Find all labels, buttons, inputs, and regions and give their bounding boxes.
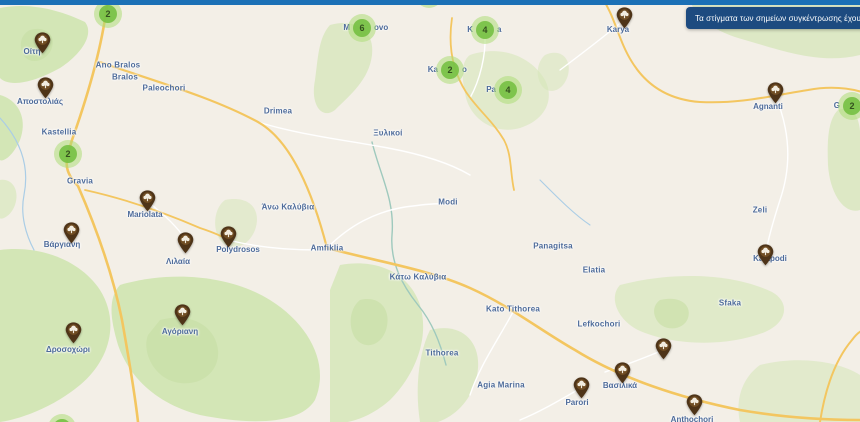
tree-pin-icon[interactable]	[573, 377, 590, 399]
cluster-marker[interactable]: 4	[471, 16, 499, 44]
cluster-marker[interactable]: 2	[54, 140, 82, 168]
tree-pin-icon[interactable]	[757, 244, 774, 266]
cluster-marker[interactable]: 2	[838, 92, 860, 120]
tooltip-text: Τα στίγματα των σημείων συγκέντρωσης έχο…	[695, 13, 860, 23]
tree-pin-icon[interactable]	[65, 322, 82, 344]
cluster-marker[interactable]: 6	[348, 14, 376, 42]
cluster-count: 2	[59, 145, 77, 163]
tree-pin-icon[interactable]	[139, 190, 156, 212]
tree-pin-icon[interactable]	[174, 304, 191, 326]
map-canvas[interactable]: Ano Bralos Bralos Paleochori Kastellia Gravi…	[0, 0, 860, 422]
cluster-marker[interactable]: 4	[494, 76, 522, 104]
map-tooltip: Τα στίγματα των σημείων συγκέντρωσης έχο…	[686, 7, 860, 29]
cluster-marker[interactable]: 2	[436, 56, 464, 84]
tree-pin-icon[interactable]	[616, 7, 633, 29]
tree-pin-icon[interactable]	[767, 82, 784, 104]
cluster-count: 2	[441, 61, 459, 79]
tree-pin-icon[interactable]	[34, 32, 51, 54]
tree-pin-icon[interactable]	[63, 222, 80, 244]
cluster-count: 2	[843, 97, 860, 115]
marker-label: Αγόριανη	[161, 327, 199, 336]
marker-label: Λιλαία	[166, 257, 190, 266]
cluster-count: 4	[499, 81, 517, 99]
cluster-count: 2	[99, 5, 117, 23]
tree-pin-icon[interactable]	[655, 338, 672, 360]
tree-pin-icon[interactable]	[614, 362, 631, 384]
marker-label: Δροσοχώρι	[45, 345, 91, 354]
tree-pin-icon[interactable]	[686, 394, 703, 416]
tree-pin-icon[interactable]	[220, 226, 237, 248]
top-bar	[0, 0, 860, 5]
cluster-count: 6	[353, 19, 371, 37]
tree-pin-icon[interactable]	[177, 232, 194, 254]
tree-pin-icon[interactable]	[37, 77, 54, 99]
cluster-count: 4	[476, 21, 494, 39]
